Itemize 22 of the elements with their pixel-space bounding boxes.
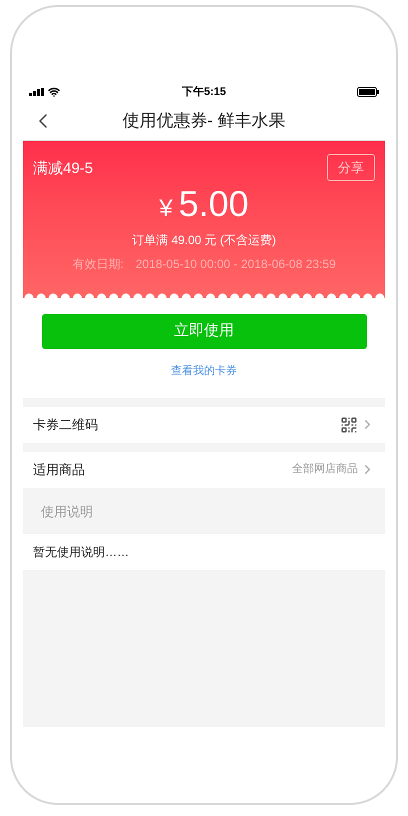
list-row[interactable]: 适用商品 全部网店商品 <box>23 452 385 488</box>
list-row[interactable]: 卡券二维码 <box>23 406 385 442</box>
coupon-amount: 5.00 <box>178 183 249 225</box>
validity-label: 有效日期: <box>72 256 124 273</box>
page-title: 使用优惠券- 鲜丰水果 <box>122 110 286 132</box>
row-label: 适用商品 <box>33 460 86 479</box>
section-header: 使用说明 <box>41 502 93 521</box>
my-coupons-link[interactable]: 查看我的卡券 <box>171 363 237 380</box>
share-button[interactable]: 分享 <box>327 154 375 181</box>
coupon-condition: 订单满 49.00 元 (不含运费) <box>132 232 276 249</box>
signal-icon <box>29 88 45 96</box>
row-value: 全部网店商品 <box>292 462 358 478</box>
qr-code-icon <box>340 416 358 434</box>
currency-symbol: ¥ <box>159 194 173 224</box>
wifi-icon <box>48 86 60 98</box>
battery-icon <box>357 87 379 97</box>
instructions-text: 暂无使用说明…… <box>33 544 129 560</box>
status-time: 下午5:15 <box>180 84 228 100</box>
row-label: 卡券二维码 <box>33 416 99 434</box>
coupon-name: 满减49-5 <box>33 159 94 179</box>
use-now-button[interactable]: 立即使用 <box>42 314 366 349</box>
validity-dates: 2018-05-10 00:00 - 2018-06-08 23:59 <box>136 256 336 273</box>
